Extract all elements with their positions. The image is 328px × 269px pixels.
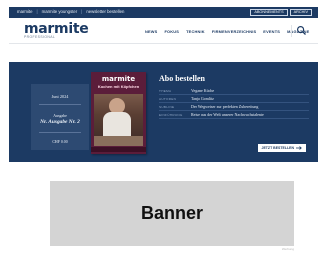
issue-date: Juni 2024 [51, 94, 69, 99]
main-nav: NEWS FOKUS TECHNIK FIRMENVERZEICHNIS EVE… [145, 29, 309, 34]
archiv-button[interactable]: ARCHIV [289, 9, 312, 16]
search-button[interactable] [296, 25, 307, 36]
banner-label: Banner [140, 203, 203, 223]
magazine-cover[interactable]: marmite Kochen mit Köpfchen [91, 72, 146, 154]
abo-row-value: Vegane Küche [191, 88, 215, 93]
issue-info-box: Juni 2024 Ausgabe Nr. Ausgabe Nr. 2 CHF … [31, 84, 89, 150]
divider [39, 132, 81, 133]
nav-item-firmenverzeichnis[interactable]: FIRMENVERZEICHNIS [212, 29, 256, 34]
header-divider [291, 25, 292, 37]
nav-item-technik[interactable]: TECHNIK [186, 29, 205, 34]
separator: | [81, 9, 83, 14]
cover-headline: Kochen mit Köpfchen [97, 84, 140, 89]
top-buttons: ABONNEMENTS ARCHIV [250, 9, 312, 16]
abo-row-key: EINFÜHRUNG [159, 112, 183, 117]
order-now-label: JETZT BESTELLEN [261, 146, 294, 150]
issue-price: CHF 0.00 [52, 140, 68, 144]
cover-logo: marmite [101, 75, 136, 83]
abo-row-value: Der Wegweiser zur perfekten Zubereitung [191, 104, 259, 109]
top-link-youngster[interactable]: marmite youngster [42, 9, 78, 14]
page: marmite | marmite youngster | newsletter… [0, 0, 328, 269]
abo-row-value: Tanja Gomlitz [191, 96, 214, 101]
nav-item-fokus[interactable]: FOKUS [164, 29, 179, 34]
search-icon [296, 25, 306, 35]
banner-ad[interactable]: Banner [50, 181, 294, 246]
top-link-marmite[interactable]: marmite [17, 9, 33, 14]
nav-item-news[interactable]: NEWS [145, 29, 157, 34]
abo-row-value: Reise aus der Welt unserer Nachwuchstale… [191, 112, 264, 117]
abo-panel: Abo bestellen THEMA Vegane Küche AUTOREN… [159, 74, 309, 119]
divider [39, 104, 81, 105]
order-now-button[interactable]: JETZT BESTELLEN [257, 144, 306, 152]
abonnements-button[interactable]: ABONNEMENTS [250, 9, 288, 16]
abo-row: EINFÜHRUNG Reise aus der Welt unserer Na… [159, 111, 309, 119]
abo-title: Abo bestellen [159, 74, 205, 83]
abo-row-key: THEMA [159, 88, 172, 93]
separator: | [36, 9, 38, 14]
logo-wordmark: marmite [24, 21, 89, 37]
ad-note: Werbung [281, 247, 294, 251]
abo-row: THEMA Vegane Küche [159, 87, 309, 95]
top-utility-bar: marmite | marmite youngster | newsletter… [9, 7, 318, 18]
cover-table [94, 136, 143, 146]
site-logo[interactable]: marmite PROFESSIONAL [24, 21, 89, 39]
abo-row: AUTOREN Tanja Gomlitz [159, 95, 309, 103]
nav-item-events[interactable]: EVENTS [263, 29, 280, 34]
abo-details: THEMA Vegane Küche AUTOREN Tanja Gomlitz… [159, 87, 309, 119]
abo-row-key: SUBLINE [159, 104, 175, 109]
site-header: marmite PROFESSIONAL NEWS FOKUS TECHNIK … [9, 19, 318, 44]
arrow-right-icon [296, 146, 302, 150]
cover-footer [91, 147, 146, 152]
top-link-newsletter[interactable]: newsletter bestellen [86, 9, 124, 14]
issue-label: Ausgabe [53, 114, 67, 118]
top-links: marmite | marmite youngster | newsletter… [17, 9, 124, 14]
abo-row: SUBLINE Der Wegweiser zur perfekten Zube… [159, 103, 309, 111]
issue-number: Nr. Ausgabe Nr. 2 [40, 119, 80, 125]
abo-row-key: AUTOREN [159, 96, 177, 101]
subscription-hero: Juni 2024 Ausgabe Nr. Ausgabe Nr. 2 CHF … [9, 62, 318, 162]
